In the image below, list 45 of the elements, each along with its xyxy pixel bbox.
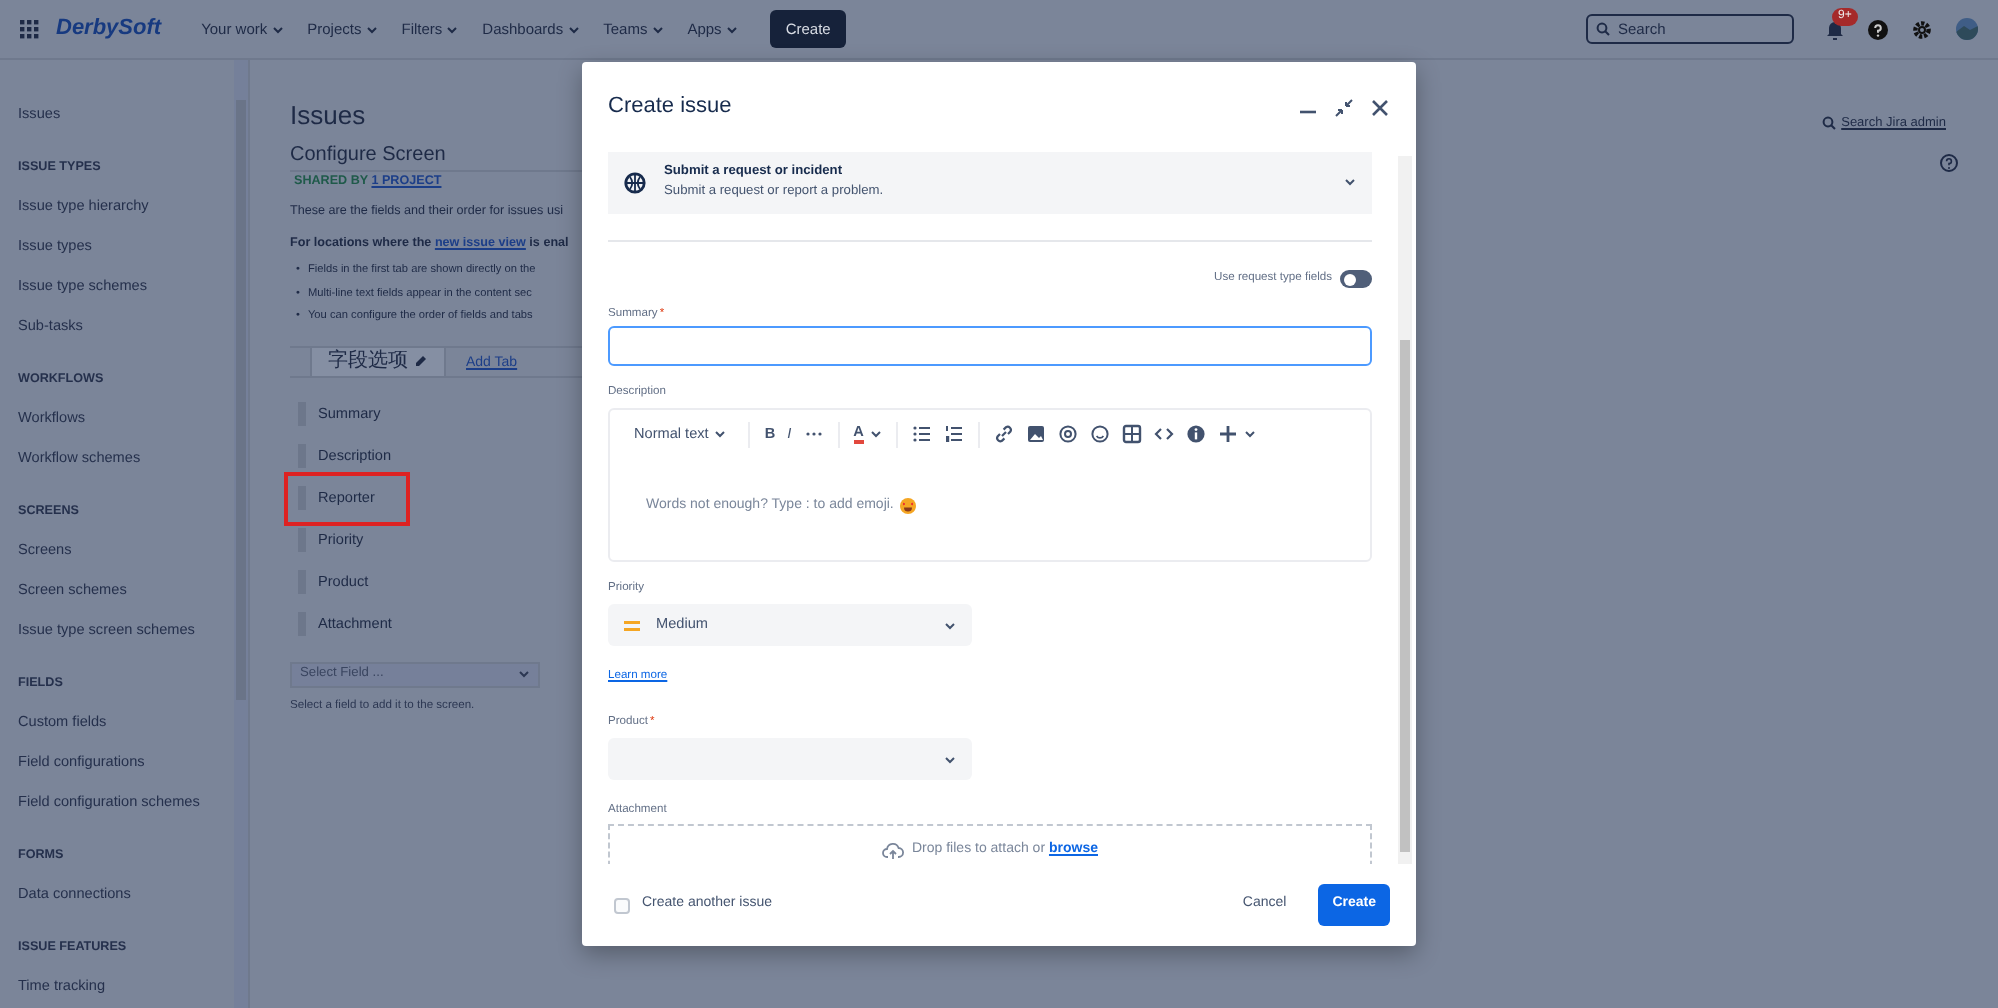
chevron-icon [944, 621, 956, 629]
link-icon[interactable] [993, 424, 1014, 444]
scrollbar-thumb[interactable] [1400, 340, 1410, 852]
collapse-icon[interactable] [1334, 97, 1354, 117]
settings-icon[interactable] [1912, 19, 1932, 39]
image-icon[interactable] [1025, 424, 1046, 444]
logo[interactable]: DerbySoft [56, 12, 162, 46]
chevron-icon [365, 25, 378, 33]
search-icon [1821, 116, 1836, 131]
chevron-icon [651, 25, 664, 33]
priority-medium-icon [624, 619, 640, 631]
pencil-icon [414, 354, 428, 368]
chevron-icon [271, 25, 284, 33]
bullet-list-icon[interactable] [911, 424, 932, 444]
chevron-icon [869, 430, 882, 438]
close-icon[interactable] [1370, 97, 1390, 117]
toggle-switch[interactable] [1340, 270, 1372, 288]
app-switcher-icon[interactable] [20, 19, 40, 39]
info-icon[interactable] [1185, 424, 1206, 444]
chevron-icon [944, 755, 956, 763]
notification-bell-icon[interactable] [1826, 19, 1844, 39]
avatar[interactable] [1956, 18, 1978, 40]
chevron-icon [518, 670, 530, 678]
code-icon[interactable] [1153, 424, 1174, 444]
chevron-icon [567, 25, 580, 33]
chevron-icon [725, 25, 738, 33]
table-icon[interactable] [1121, 424, 1142, 444]
help-icon[interactable] [1868, 19, 1888, 39]
summary-input[interactable] [608, 326, 1372, 366]
plus-icon[interactable] [1217, 424, 1238, 444]
globe-icon [624, 171, 646, 193]
emoji-icon[interactable] [1089, 424, 1110, 444]
emoji-icon [899, 498, 916, 515]
chevron-icon [714, 430, 727, 438]
tab[interactable]: 字段选项 [310, 347, 446, 375]
scrollbar-track[interactable] [1398, 156, 1412, 864]
chevron-icon [446, 25, 459, 33]
upload-cloud-icon [882, 841, 904, 859]
page-title: Issues [290, 100, 368, 134]
modal-title: Create issue [608, 93, 732, 121]
numbered-list-icon[interactable] [943, 424, 964, 444]
search-icon [1596, 22, 1610, 36]
checkbox[interactable] [614, 897, 630, 913]
chevron-icon [1344, 178, 1356, 186]
chevron-icon [1243, 430, 1256, 438]
